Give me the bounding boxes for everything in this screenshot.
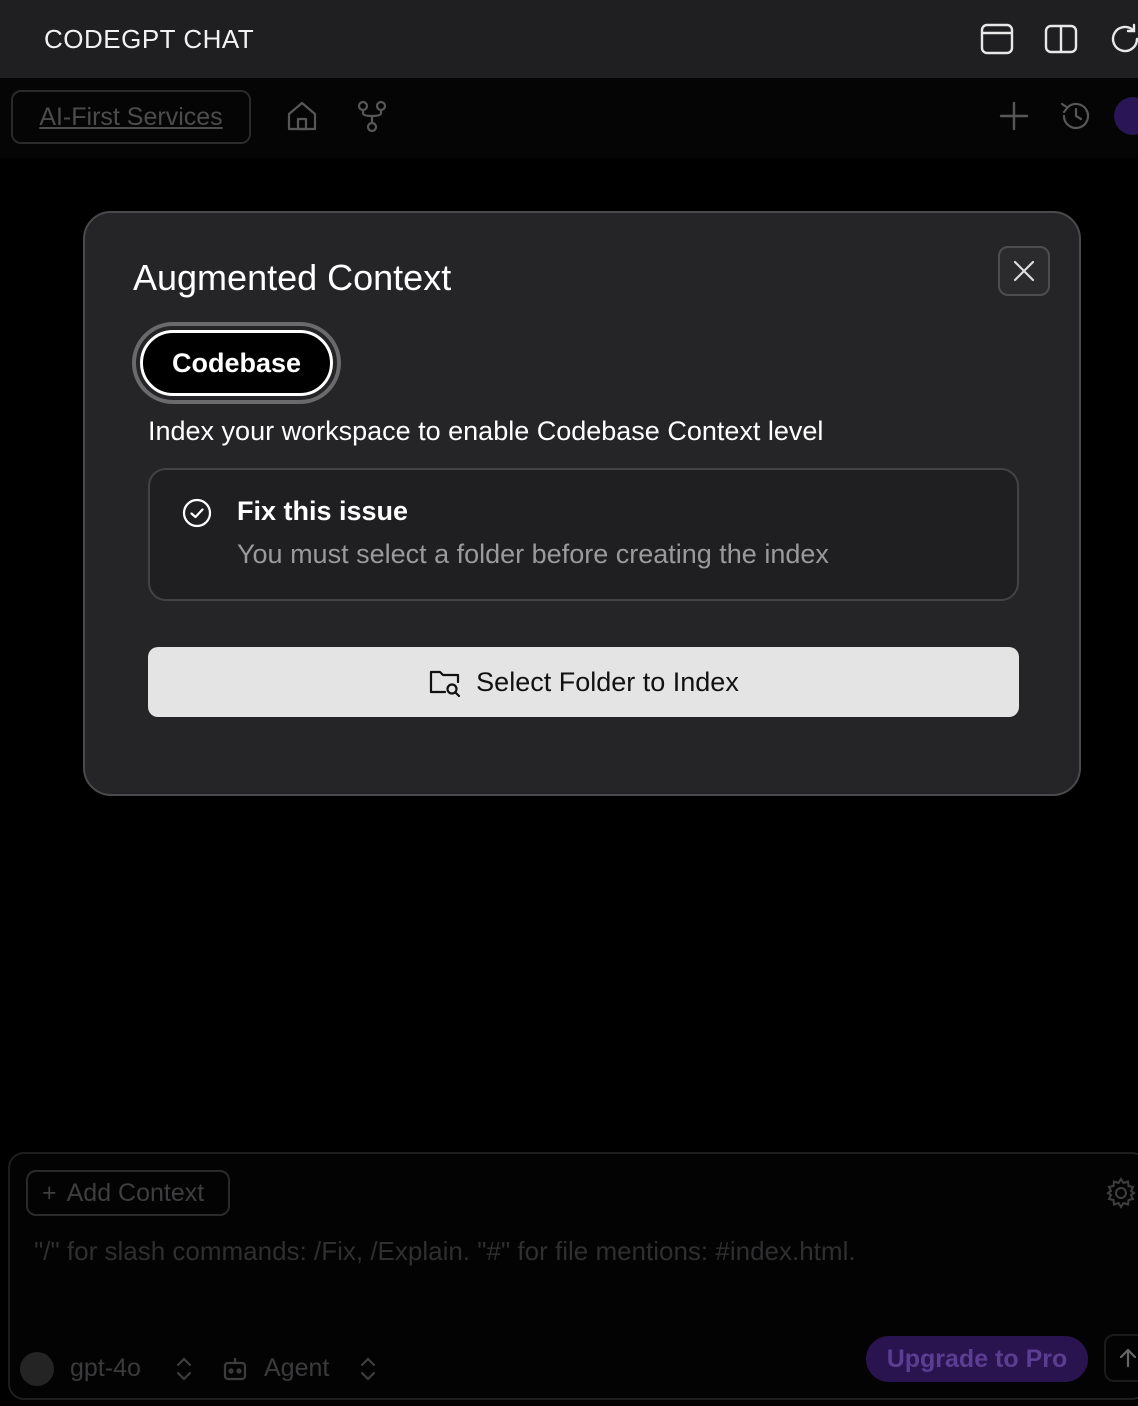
- issue-card: Fix this issue You must select a folder …: [148, 468, 1019, 601]
- folder-search-icon: [430, 670, 461, 698]
- modal-title: Augmented Context: [133, 257, 452, 298]
- split-view-icon[interactable]: [1042, 20, 1080, 58]
- model-selector[interactable]: gpt-4o: [70, 1354, 141, 1383]
- close-button[interactable]: [998, 246, 1050, 296]
- add-context-label: Add Context: [66, 1178, 205, 1207]
- arrow-up-icon: [1119, 1348, 1137, 1368]
- avatar[interactable]: [1114, 97, 1138, 135]
- title-bar-actions: [978, 20, 1138, 58]
- mode-selector[interactable]: Agent: [264, 1354, 329, 1383]
- title-bar: CODEGPT CHAT: [0, 0, 1138, 78]
- model-logo-icon: [20, 1352, 54, 1386]
- tab-codebase[interactable]: Codebase: [132, 322, 341, 404]
- gear-icon[interactable]: [1104, 1176, 1138, 1210]
- augmented-context-modal: Augmented Context Codebase Index your wo…: [83, 211, 1081, 796]
- panel-icon[interactable]: [978, 20, 1016, 58]
- chat-composer: + Add Context "/" for slash commands: /F…: [8, 1152, 1138, 1400]
- home-icon[interactable]: [284, 98, 320, 134]
- issue-title: Fix this issue: [237, 496, 409, 526]
- composer-controls: gpt-4o Agent Upgrade to Pro: [20, 1334, 1138, 1390]
- toolbar: AI-First Services: [0, 78, 1138, 158]
- modal-description: Index your workspace to enable Codebase …: [148, 416, 824, 446]
- check-circle-icon: [181, 497, 213, 529]
- send-button[interactable]: [1104, 1334, 1138, 1382]
- chevron-updown-icon[interactable]: [174, 1354, 194, 1384]
- history-icon[interactable]: [1058, 98, 1094, 134]
- issue-text: You must select a folder before creating…: [237, 539, 829, 569]
- close-icon: [1013, 260, 1035, 282]
- chevron-updown-icon[interactable]: [358, 1354, 378, 1384]
- robot-icon: [220, 1354, 250, 1384]
- refresh-icon[interactable]: [1106, 20, 1138, 58]
- select-folder-label: Select Folder to Index: [476, 666, 739, 697]
- project-selector[interactable]: AI-First Services: [11, 90, 251, 144]
- chat-input[interactable]: "/" for slash commands: /Fix, /Explain. …: [34, 1236, 856, 1267]
- select-folder-button[interactable]: Select Folder to Index: [148, 647, 1019, 717]
- plus-icon: +: [42, 1178, 57, 1207]
- tab-codebase-label: Codebase: [140, 330, 333, 396]
- plus-icon[interactable]: [996, 98, 1032, 134]
- branch-icon[interactable]: [354, 98, 390, 134]
- upgrade-button[interactable]: Upgrade to Pro: [866, 1336, 1088, 1382]
- app-title: CODEGPT CHAT: [44, 23, 255, 54]
- add-context-button[interactable]: + Add Context: [26, 1170, 230, 1216]
